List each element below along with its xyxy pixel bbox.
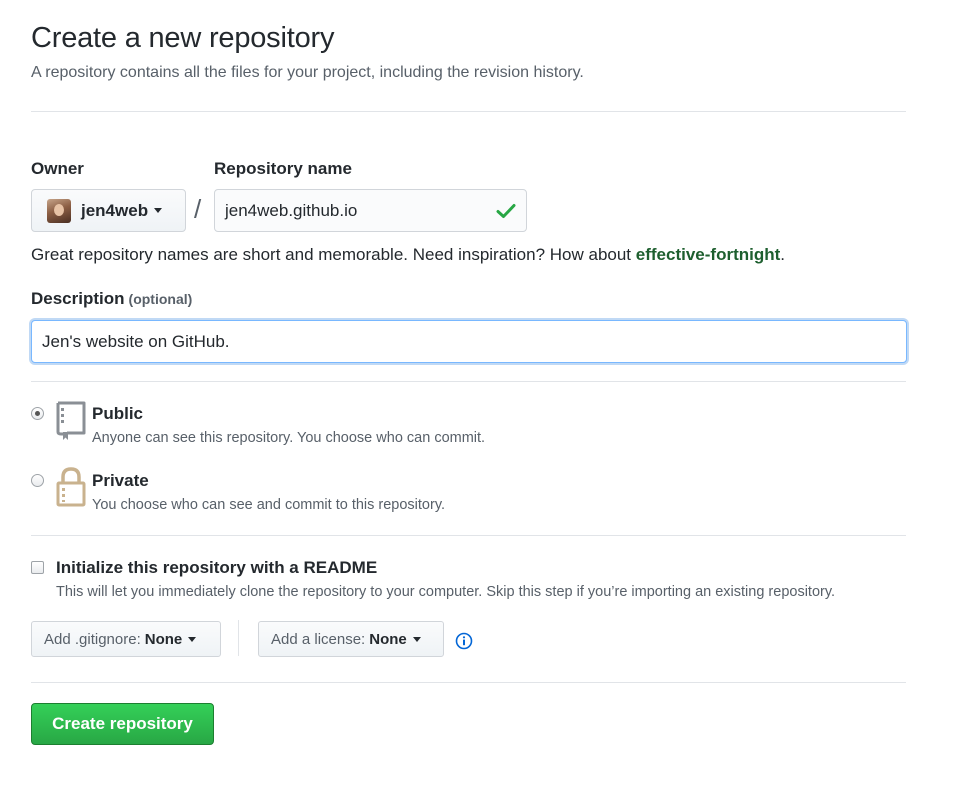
divider bbox=[238, 620, 239, 656]
description-input[interactable]: Jen's website on GitHub. bbox=[31, 320, 907, 363]
chevron-down-icon bbox=[154, 208, 163, 213]
page-title: Create a new repository bbox=[31, 22, 335, 54]
owner-repo-separator: / bbox=[194, 194, 202, 224]
name-hint-suffix: . bbox=[780, 245, 785, 264]
gitignore-label: Add .gitignore: bbox=[44, 630, 141, 648]
divider bbox=[31, 535, 906, 536]
private-option-description: You choose who can see and commit to thi… bbox=[92, 497, 446, 513]
divider bbox=[31, 111, 906, 112]
divider bbox=[31, 682, 906, 683]
license-value: None bbox=[369, 630, 407, 648]
description-label-text: Description bbox=[31, 289, 125, 308]
gitignore-value: None bbox=[144, 630, 183, 648]
name-hint-text: Great repository names are short and mem… bbox=[31, 245, 636, 264]
optional-tag: (optional) bbox=[128, 291, 193, 307]
avatar bbox=[47, 198, 71, 223]
public-option-description: Anyone can see this repository. You choo… bbox=[92, 430, 486, 446]
license-label: Add a license: bbox=[271, 630, 366, 648]
chevron-down-icon bbox=[412, 636, 421, 642]
page-subtitle: A repository contains all the files for … bbox=[31, 64, 584, 81]
repo-book-icon bbox=[56, 401, 86, 440]
owner-select[interactable]: jen4web bbox=[31, 189, 186, 232]
readme-checkbox[interactable] bbox=[31, 561, 44, 574]
owner-name: jen4web bbox=[81, 200, 149, 220]
chevron-down-icon bbox=[188, 636, 197, 642]
divider bbox=[31, 381, 906, 382]
description-label: Description (optional) bbox=[31, 289, 192, 309]
repository-name-input[interactable]: jen4web.github.io bbox=[214, 189, 527, 232]
info-icon[interactable] bbox=[455, 632, 473, 650]
create-repository-button[interactable]: Create repository bbox=[31, 703, 214, 745]
public-radio[interactable] bbox=[31, 407, 44, 420]
license-select[interactable]: Add a license: None bbox=[258, 621, 444, 657]
public-option-title: Public bbox=[92, 404, 144, 423]
readme-label: Initialize this repository with a README bbox=[56, 558, 378, 577]
check-icon bbox=[496, 203, 516, 218]
owner-label: Owner bbox=[31, 159, 84, 178]
name-hint: Great repository names are short and mem… bbox=[31, 245, 785, 265]
gitignore-select[interactable]: Add .gitignore: None bbox=[31, 621, 221, 657]
private-option-title: Private bbox=[92, 471, 149, 490]
private-radio[interactable] bbox=[31, 474, 44, 487]
repository-name-label: Repository name bbox=[214, 159, 352, 178]
name-suggestion-link[interactable]: effective-fortnight bbox=[636, 245, 781, 264]
lock-icon bbox=[56, 467, 86, 507]
readme-description: This will let you immediately clone the … bbox=[56, 584, 836, 600]
repository-name-value: jen4web.github.io bbox=[225, 200, 358, 220]
